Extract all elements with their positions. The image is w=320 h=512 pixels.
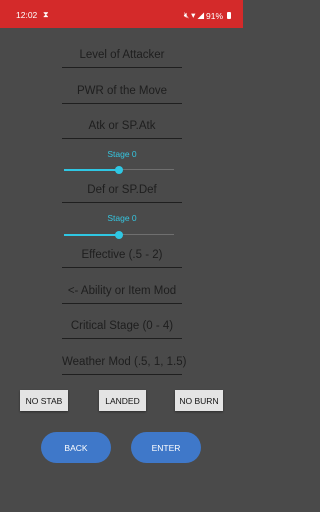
slider-track-active bbox=[64, 169, 119, 171]
modifier-input[interactable]: <- Ability or Item Mod bbox=[62, 282, 182, 304]
power-input[interactable]: PWR of the Move bbox=[62, 82, 182, 104]
slider-thumb[interactable] bbox=[115, 230, 123, 239]
level-input[interactable]: Level of Attacker bbox=[62, 46, 182, 68]
status-bar: 12:02 ⧗ 🔇︎ ▾ ◢ 91% bbox=[0, 0, 243, 28]
burn-toggle-button[interactable]: NO BURN bbox=[175, 390, 223, 411]
battery-label: 91% bbox=[205, 10, 223, 21]
attack-input[interactable]: Atk or SP.Atk bbox=[62, 117, 182, 139]
slider-track-inactive bbox=[119, 234, 174, 235]
status-icons: 🔇︎ ▾ ◢ 91% bbox=[184, 10, 231, 21]
status-time: 12:02 bbox=[16, 10, 38, 20]
defense-input[interactable]: Def or SP.Def bbox=[62, 181, 182, 203]
back-button[interactable]: BACK bbox=[41, 432, 111, 463]
weather-input[interactable]: Weather Mod (.5, 1, 1.5) bbox=[62, 353, 186, 375]
stab-toggle-button[interactable]: NO STAB bbox=[20, 390, 68, 411]
slider-thumb[interactable] bbox=[115, 165, 123, 174]
attack-stage-label: Stage 0 bbox=[107, 149, 137, 159]
attack-stage-slider[interactable] bbox=[64, 165, 174, 175]
critical-stage-input[interactable]: Critical Stage (0 - 4) bbox=[62, 317, 182, 339]
slider-track-active bbox=[64, 234, 119, 236]
effectiveness-input[interactable]: Effective (.5 - 2) bbox=[62, 246, 182, 268]
hourglass-icon: ⧗ bbox=[43, 10, 49, 19]
defense-stage-label: Stage 0 bbox=[107, 213, 137, 223]
signal-icon: ◢ bbox=[197, 10, 204, 20]
enter-button[interactable]: ENTER bbox=[131, 432, 201, 463]
wifi-icon: ▾ bbox=[191, 10, 196, 20]
mute-icon: 🔇︎ bbox=[183, 10, 190, 20]
slider-track-inactive bbox=[119, 169, 174, 170]
battery-icon bbox=[227, 12, 231, 19]
defense-stage-slider[interactable] bbox=[64, 230, 174, 240]
landed-toggle-button[interactable]: LANDED bbox=[99, 390, 146, 411]
